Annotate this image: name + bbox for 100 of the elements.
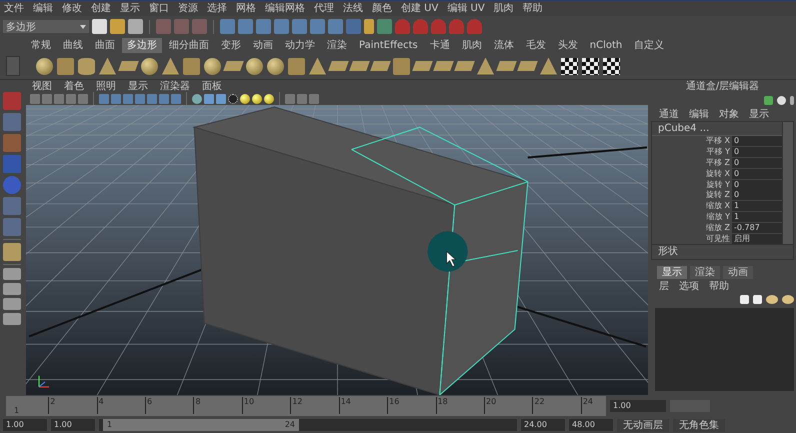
- plane-icon[interactable]: [412, 61, 433, 71]
- menu-item[interactable]: 显示: [120, 2, 140, 15]
- shelf-tab[interactable]: 渲染: [322, 38, 352, 53]
- menu-item[interactable]: 修改: [62, 2, 82, 15]
- attribute-value-field[interactable]: 0: [732, 158, 782, 168]
- menu-item[interactable]: 代理: [314, 2, 334, 15]
- frame-tick: 18: [436, 397, 448, 414]
- layer-menu-item[interactable]: 帮助: [709, 280, 729, 292]
- menu-item[interactable]: 选择: [207, 2, 227, 15]
- channel-menu-item[interactable]: 显示: [749, 108, 769, 120]
- start-time-field[interactable]: 1.00: [3, 419, 47, 431]
- menu-item[interactable]: 创建 UV: [401, 2, 438, 15]
- range-slider-handle[interactable]: 1 24: [103, 419, 299, 431]
- shelf-tab[interactable]: 常规: [26, 38, 56, 53]
- plane-icon[interactable]: [223, 61, 244, 71]
- plane-icon[interactable]: [454, 61, 475, 71]
- current-frame-marker: 1: [14, 406, 20, 415]
- menu-item[interactable]: 法线: [343, 2, 363, 15]
- shelf-tab[interactable]: 细分曲面: [164, 38, 214, 53]
- panel-menu-item[interactable]: 显示: [128, 80, 148, 92]
- mode-dropdown[interactable]: 多边形: [3, 20, 89, 33]
- plane-icon[interactable]: [370, 61, 391, 71]
- cursor-icon: [446, 250, 456, 268]
- section-header[interactable]: 形状: [651, 245, 794, 260]
- plane-icon[interactable]: [118, 61, 139, 71]
- attribute-value-field[interactable]: 1: [732, 212, 782, 222]
- attribute-value-field[interactable]: 启用: [732, 234, 782, 244]
- anim-layer-dropdown[interactable]: 无动画层: [617, 418, 669, 432]
- playback-end-field[interactable]: 24.00: [521, 419, 565, 431]
- frame-tick: 12: [290, 397, 302, 414]
- attribute-value-field[interactable]: 1: [732, 201, 782, 212]
- attribute-value-field[interactable]: 0: [732, 180, 782, 190]
- frame-tick: 6: [145, 397, 152, 414]
- panel-menu-item[interactable]: 着色: [64, 80, 84, 92]
- shelf-tab[interactable]: 卡通: [424, 38, 455, 53]
- layer-menu-item[interactable]: 选项: [679, 280, 699, 292]
- frame-tick: 22: [532, 397, 545, 414]
- attribute-value-field[interactable]: 0: [732, 190, 782, 200]
- attribute-label: 缩放 Z: [706, 222, 731, 233]
- menu-item[interactable]: 创建: [91, 2, 111, 15]
- attribute-label: 缩放 X: [706, 201, 731, 212]
- frame-tick: 24: [580, 397, 594, 414]
- shelf-tab[interactable]: 头发: [552, 38, 583, 53]
- layer-menu-item[interactable]: 层: [659, 280, 669, 292]
- menu-item[interactable]: 肌肉: [494, 2, 514, 15]
- shelf-tab[interactable]: 自定义: [629, 38, 670, 53]
- plane-icon[interactable]: [328, 61, 349, 71]
- menu-item[interactable]: 资源: [178, 2, 198, 15]
- range-end-label: 24: [284, 419, 295, 431]
- shelf-tab[interactable]: 多边形: [122, 38, 162, 53]
- caret-icon: [80, 24, 86, 28]
- attribute-label: 旋转 Y: [706, 180, 731, 190]
- menu-item[interactable]: 文件: [4, 2, 24, 15]
- layer-tab[interactable]: 动画: [723, 266, 753, 279]
- panel-menu-item[interactable]: 照明: [96, 80, 116, 92]
- shelf-tab[interactable]: 动力学: [280, 38, 320, 53]
- menu-item[interactable]: 编辑 UV: [447, 2, 485, 15]
- shelf-tab[interactable]: PaintEffects: [354, 38, 423, 53]
- channel-menu-item[interactable]: 对象: [719, 108, 739, 120]
- end-time-field[interactable]: 48.00: [569, 419, 613, 431]
- attribute-value-field[interactable]: 0: [732, 168, 782, 179]
- shelf-tab[interactable]: 毛发: [520, 38, 551, 53]
- layer-tab[interactable]: 渲染: [690, 266, 720, 279]
- shelf-tab[interactable]: nCloth: [584, 38, 628, 53]
- layer-tab[interactable]: 显示: [657, 266, 687, 279]
- current-time-field[interactable]: 1.00: [610, 400, 666, 412]
- channel-menu-item[interactable]: 通道: [659, 108, 679, 120]
- panel-menu-item[interactable]: 视图: [32, 80, 52, 92]
- shelf-tab[interactable]: 肌肉: [456, 38, 487, 53]
- frame-tick: 16: [387, 397, 400, 414]
- plane-icon[interactable]: [349, 61, 370, 71]
- menu-item[interactable]: 窗口: [149, 2, 169, 15]
- channel-menu-item[interactable]: 编辑: [689, 108, 709, 120]
- attribute-value-field[interactable]: 0: [732, 136, 782, 146]
- playback-start-field[interactable]: 1.00: [51, 419, 95, 431]
- attribute-value-field[interactable]: -0.787: [732, 222, 782, 233]
- checker-icon[interactable]: [582, 58, 599, 74]
- menu-item[interactable]: 编辑: [33, 2, 53, 15]
- frame-tick: 2: [48, 397, 56, 414]
- shelf-tab[interactable]: 曲面: [90, 38, 120, 53]
- plane-icon[interactable]: [433, 61, 454, 71]
- frame-tick: 8: [193, 397, 201, 414]
- character-set-dropdown[interactable]: 无角色集: [673, 418, 725, 432]
- menu-item[interactable]: 网格: [236, 2, 256, 15]
- shelf-tab[interactable]: 变形: [216, 38, 246, 53]
- menu-item[interactable]: 帮助: [522, 2, 543, 15]
- plane-icon[interactable]: [517, 61, 538, 71]
- menu-item[interactable]: 编辑网格: [265, 2, 305, 15]
- checker-icon[interactable]: [603, 58, 620, 74]
- shelf-tab[interactable]: 曲线: [58, 38, 88, 53]
- shelf-tab[interactable]: 流体: [488, 38, 519, 53]
- menu-item[interactable]: 颜色: [372, 2, 392, 15]
- attribute-value-field[interactable]: 0: [732, 147, 782, 158]
- panel-menu-item[interactable]: 渲染器: [160, 80, 190, 92]
- scrollbar[interactable]: [782, 122, 793, 244]
- checker-icon[interactable]: [561, 58, 578, 74]
- cube-drawing[interactable]: [192, 106, 530, 395]
- panel-menu-item[interactable]: 面板: [202, 80, 222, 92]
- shelf-tab[interactable]: 动画: [248, 38, 278, 53]
- plane-icon[interactable]: [496, 61, 517, 71]
